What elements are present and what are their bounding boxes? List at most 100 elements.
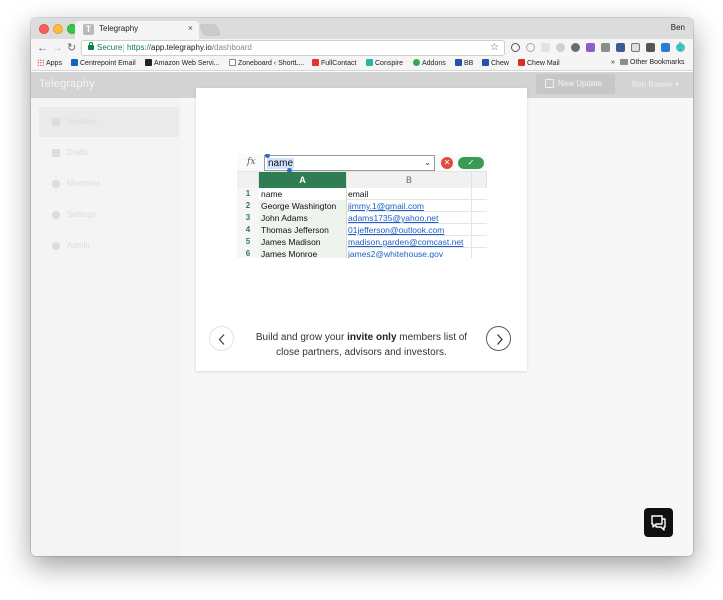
- cell-name: George Washington: [259, 200, 347, 212]
- reload-icon[interactable]: ↻: [67, 41, 76, 55]
- tab-close-button[interactable]: ×: [188, 23, 193, 33]
- formula-bar: fx name ⌄ ✕ ✓: [237, 154, 487, 173]
- address-separator: [123, 44, 124, 53]
- cell-name: Thomas Jefferson: [259, 224, 347, 236]
- fullcontact-icon: [312, 59, 319, 66]
- bookmark-bb[interactable]: BB: [455, 59, 473, 67]
- sidebar-item-label: Settings: [67, 210, 96, 219]
- cell-email: madison.garden@comcast.net: [347, 236, 472, 248]
- bookmark-chew[interactable]: Chew: [482, 59, 509, 67]
- column-header-a: A: [259, 172, 347, 188]
- bitbucket-icon: [482, 59, 489, 66]
- translate-extension-icon[interactable]: [661, 43, 670, 52]
- bookmark-fullcontact[interactable]: FullContact: [312, 59, 356, 67]
- profile-button[interactable]: Ben: [671, 23, 685, 32]
- apps-grid-icon: [37, 59, 44, 66]
- purple-extension-icon[interactable]: [586, 43, 595, 52]
- grey-extension-icon[interactable]: [601, 43, 610, 52]
- new-update-button[interactable]: New Update: [536, 74, 615, 94]
- user-icon: [52, 180, 60, 188]
- bookmark-amazon[interactable]: Amazon Web Servi...: [145, 59, 220, 67]
- cell-name: name: [259, 188, 347, 200]
- gmail-icon: [518, 59, 525, 66]
- sheet-corner: [237, 172, 259, 188]
- row-number: 4: [237, 224, 259, 236]
- tab-telegraphy[interactable]: T Telegraphy ×: [75, 21, 199, 39]
- conspire-icon: [366, 59, 373, 66]
- close-window-button[interactable]: [39, 24, 49, 34]
- page-icon: [229, 59, 236, 66]
- bitbucket-icon: [455, 59, 462, 66]
- pocket-extension-icon[interactable]: [646, 43, 655, 52]
- previous-slide-button[interactable]: [209, 326, 234, 351]
- browser-menu-icon[interactable]: ⋮: [675, 41, 685, 52]
- page-extension-icon[interactable]: [541, 43, 550, 52]
- brand-logo[interactable]: Telegraphy: [39, 78, 95, 90]
- secure-label: Secure: [97, 43, 123, 52]
- inbox-icon: [52, 118, 60, 126]
- sheet-row: 5 James Madison madison.garden@comcast.n…: [237, 236, 487, 248]
- column-header-c: [472, 172, 487, 188]
- bookmark-zoneboard[interactable]: Zoneboard ‹ ShortL...: [229, 59, 305, 67]
- description-text-bold: invite only: [347, 332, 397, 343]
- gear-extension-icon[interactable]: [571, 43, 580, 52]
- cell-email: email: [347, 188, 472, 200]
- bookmark-star-icon[interactable]: ☆: [490, 42, 499, 53]
- chevron-right-icon: [497, 334, 503, 345]
- row-number: 3: [237, 212, 259, 224]
- cell-name: James Madison: [259, 236, 347, 248]
- outlook-icon: [71, 59, 78, 66]
- bookmarks-overflow-button[interactable]: »: [611, 59, 615, 66]
- shield-icon: [52, 242, 60, 250]
- circle-extension-icon[interactable]: [526, 43, 535, 52]
- browser-toolbar: ← → ↻ Secure https://app.telegraphy.io/d…: [31, 39, 693, 57]
- bookmark-apps[interactable]: Apps: [37, 59, 62, 67]
- bookmarks-bar: Apps Centrepoint Email Amazon Web Servi.…: [31, 57, 693, 71]
- next-slide-button[interactable]: [486, 326, 511, 351]
- shield-extension-icon[interactable]: [556, 43, 565, 52]
- sidebar-item-updates[interactable]: Updates: [39, 107, 179, 137]
- pencil-icon: [545, 79, 554, 88]
- browser-window: T Telegraphy × Ben ← → ↻ Secure https://…: [31, 18, 693, 556]
- chevron-down-icon: ⌄: [424, 158, 431, 167]
- spreadsheet-illustration: fx name ⌄ ✕ ✓ A B 1 name email 2 George …: [237, 154, 487, 258]
- onboarding-modal: fx name ⌄ ✕ ✓ A B 1 name email 2 George …: [196, 88, 527, 371]
- bookmark-chew-mail[interactable]: Chew Mail: [518, 59, 560, 67]
- cell-email: james2@whitehouse.gov: [347, 248, 472, 258]
- chevron-left-icon: [218, 334, 225, 345]
- sidebar-item-drafts[interactable]: Drafts: [39, 138, 179, 168]
- lock-icon: [88, 42, 94, 50]
- chat-icon: [651, 515, 666, 531]
- bookmark-conspire[interactable]: Conspire: [366, 59, 403, 67]
- minimize-window-button[interactable]: [53, 24, 63, 34]
- other-bookmarks[interactable]: Other Bookmarks: [620, 59, 684, 66]
- column-header-b: B: [347, 172, 472, 188]
- info-extension-icon[interactable]: [511, 43, 520, 52]
- square-extension-icon[interactable]: [631, 43, 640, 52]
- modal-description: Build and grow your invite only members …: [244, 330, 479, 360]
- description-text-start: Build and grow your: [255, 332, 348, 343]
- new-tab-button[interactable]: [198, 24, 222, 36]
- bookmark-centrepoint-email[interactable]: Centrepoint Email: [71, 59, 136, 67]
- cancel-x-icon: ✕: [441, 157, 453, 169]
- bookmark-addons[interactable]: Addons: [413, 59, 446, 67]
- cell-name: James Monroe: [259, 248, 347, 258]
- sheet-row: 1 name email: [237, 188, 487, 200]
- sheet-row: 4 Thomas Jefferson 01jefferson@outlook.c…: [237, 224, 487, 236]
- row-number: 5: [237, 236, 259, 248]
- amazon-icon: [145, 59, 152, 66]
- tab-title: Telegraphy: [99, 24, 139, 33]
- blue-extension-icon[interactable]: [616, 43, 625, 52]
- user-menu[interactable]: Ben Bowler ▾: [632, 80, 679, 89]
- sheet-row: 6 James Monroe james2@whitehouse.gov: [237, 248, 487, 258]
- back-arrow-icon[interactable]: ←: [37, 41, 48, 55]
- sidebar-item-settings[interactable]: Settings: [39, 200, 179, 230]
- forward-arrow-icon[interactable]: →: [52, 41, 63, 55]
- sidebar-item-members[interactable]: Members: [39, 169, 179, 199]
- fx-label: fx: [247, 157, 256, 167]
- chat-launcher-button[interactable]: [644, 508, 673, 537]
- address-bar[interactable]: Secure https://app.telegraphy.io/dashboa…: [81, 40, 505, 56]
- sidebar-item-label: Members: [67, 179, 101, 188]
- sidebar-item-admin[interactable]: Admin: [39, 231, 179, 261]
- url-path: /dashboard: [211, 43, 252, 52]
